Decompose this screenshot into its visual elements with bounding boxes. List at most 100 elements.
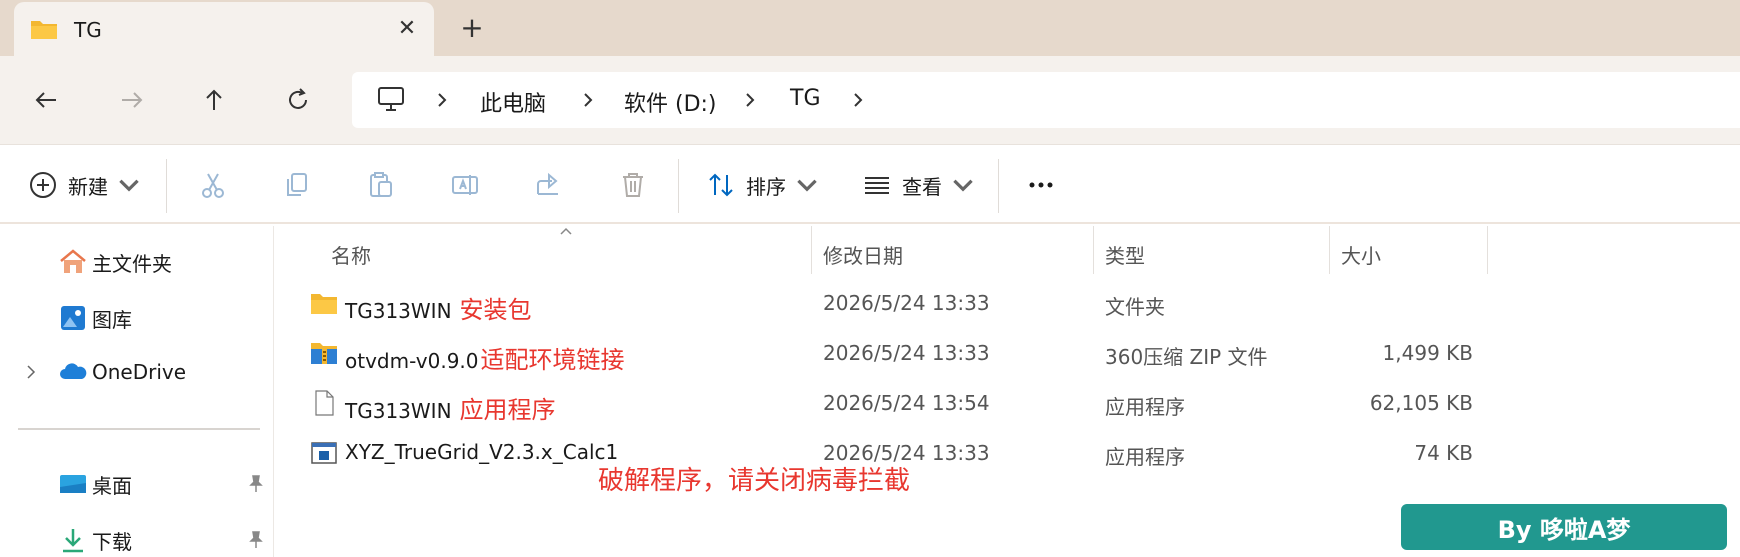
desktop-icon [60,475,86,493]
up-arrow-icon[interactable] [190,76,238,124]
column-header-name[interactable]: 名称 [331,234,771,274]
view-list-icon [865,177,889,194]
column-divider[interactable] [1329,226,1330,274]
sidebar-item-label: 下载 [92,529,132,554]
sidebar-divider [18,428,260,430]
file-name-cell: TG313WIN 安装包 [345,290,532,325]
chevron-right-icon[interactable] [432,86,452,114]
sort-label: 排序 [746,174,786,199]
file-name: TG313WIN [345,299,452,323]
file-type: 应用程序 [1105,395,1185,419]
share-button[interactable] [534,165,564,205]
back-arrow-icon[interactable] [22,76,70,124]
crack-annotation: 破解程序，请关闭病毒拦截 [598,466,911,496]
paste-button[interactable] [366,165,396,205]
file-annotation: 应用程序 [459,396,556,424]
pin-icon[interactable] [246,474,266,494]
chevron-right-icon[interactable] [22,363,40,381]
file-name: otvdm-v0.9.0 [345,349,479,373]
new-label: 新建 [68,174,108,199]
file-size: 1,499 KB [1382,341,1473,365]
file-date: 2026/5/24 13:33 [823,291,990,315]
pin-icon[interactable] [246,530,266,550]
sidebar-item-label: 图库 [92,307,132,332]
sort-icon [709,173,733,197]
sidebar-item-onedrive[interactable]: OneDrive [0,350,274,394]
column-header-date[interactable]: 修改日期 [823,234,1083,274]
file-row[interactable]: TG313WIN 安装包 2026/5/24 13:33 文件夹 [275,278,1455,328]
rename-button[interactable] [450,165,480,205]
copy-icon [287,173,307,196]
toolbar-divider [166,159,167,213]
breadcrumb-this-pc[interactable]: 此电脑 [480,86,546,118]
delete-button[interactable] [618,165,648,205]
app-icon [311,442,337,464]
toolbar-divider [678,159,679,213]
file-type: 360压缩 ZIP 文件 [1105,345,1268,369]
file-size: 74 KB [1414,441,1473,465]
sidebar-item-home[interactable]: 主文件夹 [0,240,274,284]
column-divider[interactable] [1093,226,1094,274]
file-type: 应用程序 [1105,445,1185,469]
chevron-right-icon[interactable] [578,86,598,114]
home-icon [60,249,86,273]
chevron-right-icon[interactable] [740,86,760,114]
refresh-icon[interactable] [274,76,322,124]
address-bar[interactable]: 此电脑 软件 (D:) TG [352,72,1740,128]
file-annotation: 适配环境链接 [480,346,625,374]
file-row[interactable]: otvdm-v0.9.0适配环境链接 2026/5/24 13:33 360压缩… [275,328,1473,378]
copy-button[interactable] [282,165,312,205]
file-icon [315,390,334,416]
file-annotation: 安装包 [459,296,532,324]
column-header-size[interactable]: 大小 [1341,234,1481,274]
file-size: 62,105 KB [1369,391,1473,415]
file-name: TG313WIN [345,399,452,423]
gallery-icon [61,306,85,330]
computer-icon[interactable] [376,84,406,114]
column-divider[interactable] [811,226,812,274]
file-row[interactable]: TG313WIN 应用程序 2026/5/24 13:54 应用程序 62,105… [275,378,1473,428]
tab-title: TG [74,18,102,42]
file-date: 2026/5/24 13:54 [823,391,990,415]
author-watermark: By 哆啦A梦 [1401,504,1727,550]
command-bar: 新建 排序 查看 [0,144,1740,224]
add-circle-icon [30,172,56,198]
delete-icon [623,173,643,197]
view-button[interactable]: 查看 [862,165,978,205]
tab-tg[interactable]: TG ✕ [14,2,434,56]
chevron-down-icon [797,179,817,192]
close-icon[interactable]: ✕ [392,14,422,44]
new-button[interactable]: 新建 [28,165,144,205]
file-name-cell: TG313WIN 应用程序 [345,390,556,425]
file-name: XYZ_TrueGrid_V2.3.x_Calc1 [345,440,619,464]
rename-icon [452,175,478,195]
sidebar-item-label: 桌面 [92,473,132,498]
paste-icon [370,172,392,197]
sidebar-item-gallery[interactable]: 图库 [0,296,274,340]
more-icon [1029,182,1053,188]
address-row: 此电脑 软件 (D:) TG [0,56,1740,144]
chevron-right-icon[interactable] [848,86,868,114]
toolbar-divider [998,159,999,213]
breadcrumb-tg[interactable]: TG [790,86,821,111]
plus-icon[interactable]: + [456,12,488,44]
file-type: 文件夹 [1105,295,1165,319]
zip-icon [311,343,337,364]
folder-icon [31,21,57,39]
column-header-type[interactable]: 类型 [1105,234,1305,274]
cloud-icon [60,363,87,379]
download-icon [63,529,83,553]
breadcrumb-drive-d[interactable]: 软件 (D:) [624,86,717,118]
column-divider[interactable] [1487,226,1488,274]
chevron-down-icon [119,179,139,192]
cut-button[interactable] [198,165,228,205]
more-button[interactable] [1026,165,1056,205]
forward-arrow-icon[interactable] [108,76,156,124]
sidebar-item-downloads[interactable]: 下载 [0,518,274,557]
share-icon [537,172,558,195]
sidebar-item-label: OneDrive [92,360,187,384]
file-date: 2026/5/24 13:33 [823,341,990,365]
navigation-pane: 主文件夹 图库 OneDrive 桌面 下载 [0,226,274,557]
sidebar-item-desktop[interactable]: 桌面 [0,462,274,506]
sort-button[interactable]: 排序 [706,165,822,205]
